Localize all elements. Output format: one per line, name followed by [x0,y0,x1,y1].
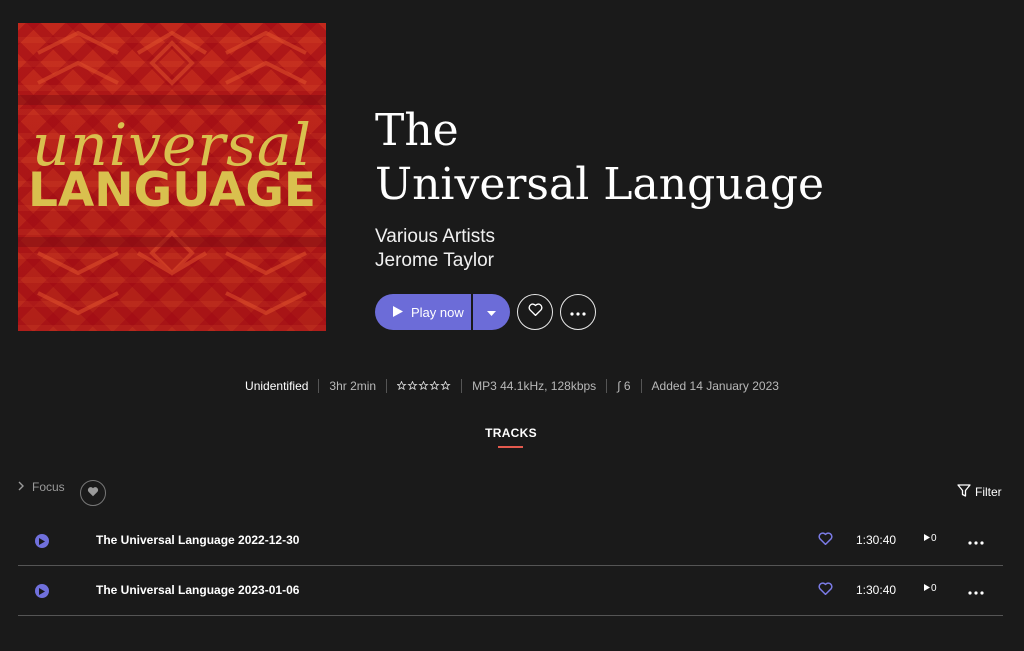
track-row[interactable]: The Universal Language 2023-01-06 1:30:4… [18,566,1003,616]
play-count-icon [924,583,930,594]
more-horizontal-icon [968,582,984,599]
album-metadata: Unidentified 3hr 2min MP3 44.1kHz, 128kb… [0,379,1024,393]
track-duration: 1:30:40 [856,533,897,547]
track-play-count: 0 [924,583,937,594]
album-title-line1: The [375,105,459,156]
chevron-right-icon [18,480,24,494]
date-added: Added 14 January 2023 [640,379,789,393]
focus-label: Focus [32,480,65,494]
play-options-dropdown[interactable] [473,294,510,330]
track-favorite-button[interactable] [818,532,833,550]
track-title[interactable]: The Universal Language 2022-12-30 [96,533,299,547]
favorite-button[interactable] [517,294,553,330]
caret-down-icon [487,303,496,321]
track-play-count: 0 [924,533,937,544]
artist-link[interactable]: Jerome Taylor [375,249,495,273]
identification-status[interactable]: Unidentified [235,379,318,393]
track-title[interactable]: The Universal Language 2023-01-06 [96,583,299,597]
heart-icon [87,484,99,502]
favorites-filter-button[interactable] [80,480,106,506]
album-cover[interactable]: universal LANGUAGE [18,23,326,331]
track-more-button[interactable] [968,532,984,550]
heart-icon [528,303,543,321]
album-duration: 3hr 2min [318,379,386,393]
track-favorite-button[interactable] [818,582,833,600]
play-now-label: Play now [411,304,464,320]
album-title-line2: Universal Language [375,159,825,210]
artist-link[interactable]: Various Artists [375,225,495,249]
track-more-button[interactable] [968,582,984,600]
album-controls: Play now [375,294,596,330]
audio-format: MP3 44.1kHz, 128kbps [461,379,606,393]
play-count-value: 0 [931,533,937,544]
filter-label: Filter [975,485,1002,499]
waveform-icon: ∫ [617,379,621,393]
filter-funnel-icon [957,484,971,500]
heart-icon [818,532,833,549]
versions-info: ∫ 6 [606,379,640,393]
more-horizontal-icon [570,303,586,321]
tab-tracks[interactable]: TRACKS [0,426,1022,440]
heart-icon [818,582,833,599]
play-count-icon [924,533,930,544]
cover-title-block: LANGUAGE [27,163,316,218]
more-horizontal-icon [968,532,984,549]
play-now-button[interactable]: Play now [375,294,471,330]
play-track-button[interactable] [35,534,49,548]
focus-toggle[interactable]: Focus [18,480,65,494]
versions-count: 6 [623,379,631,393]
star-rating-icon [396,380,451,391]
track-row[interactable]: The Universal Language 2022-12-30 1:30:4… [18,516,1003,566]
album-artists: Various Artists Jerome Taylor [375,225,495,273]
tab-active-indicator [498,446,523,448]
filter-button[interactable]: Filter [957,484,1002,500]
album-title: The Universal Language [375,104,935,212]
play-track-button[interactable] [35,584,49,598]
more-options-button[interactable] [560,294,596,330]
play-icon [393,305,403,320]
track-duration: 1:30:40 [856,583,897,597]
rating-stars[interactable] [386,379,461,393]
play-count-value: 0 [931,583,937,594]
